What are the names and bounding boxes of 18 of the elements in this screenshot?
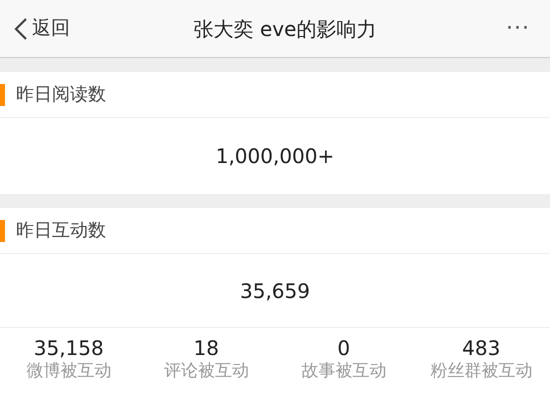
back-button[interactable]: 返回 xyxy=(14,14,70,43)
stat-number: 0 xyxy=(337,336,350,360)
stat-value: 1,000,000+ xyxy=(216,143,334,170)
stat-number: 35,158 xyxy=(34,336,104,360)
stat-label: 微博被互动 xyxy=(26,360,112,383)
stat-value: 35,659 xyxy=(240,278,310,304)
section-title: 昨日互动数 xyxy=(16,219,106,243)
more-button[interactable]: ··· xyxy=(500,11,536,46)
stat-number: 483 xyxy=(462,336,500,360)
stat-number: 18 xyxy=(194,336,219,360)
stat-label: 评论被互动 xyxy=(164,360,249,383)
section-title: 昨日阅读数 xyxy=(16,83,106,107)
accent-bar xyxy=(0,220,5,242)
accent-bar xyxy=(0,84,5,106)
stat-label: 故事被互动 xyxy=(301,360,386,383)
stat-label: 粉丝群被互动 xyxy=(430,360,532,383)
back-icon xyxy=(14,16,28,40)
page-title: 张大奕 eve的影响力 xyxy=(194,16,376,42)
